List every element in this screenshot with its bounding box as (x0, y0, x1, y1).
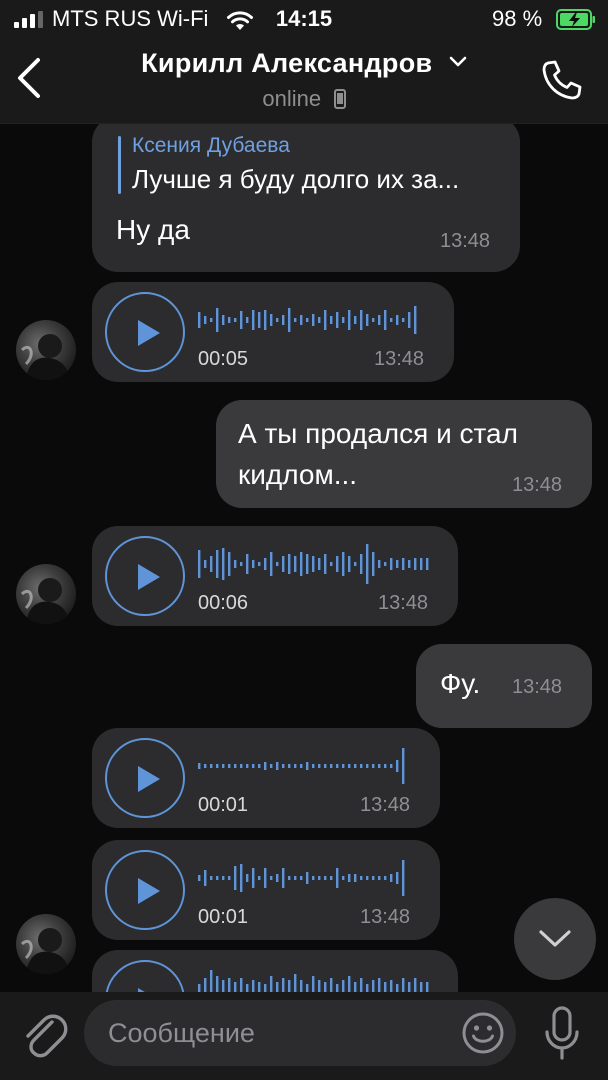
voice-waveform[interactable] (198, 966, 430, 992)
message-text-line: А ты продался и стал (238, 418, 518, 449)
message-input-bar: Сообщение (0, 992, 608, 1080)
message-time: 13:48 (440, 230, 491, 252)
message-bubble-outgoing[interactable]: Фу. 13:48 (416, 644, 592, 728)
voice-duration: 00:06 (198, 592, 249, 614)
voice-message-bubble[interactable] (92, 950, 458, 992)
scroll-to-bottom-button[interactable] (514, 898, 596, 980)
voice-waveform[interactable] (198, 856, 414, 900)
message-text: Фу. (440, 668, 481, 699)
play-button[interactable] (105, 292, 185, 372)
reply-text: Лучше я буду долго их за... (132, 164, 460, 194)
avatar[interactable] (16, 914, 76, 974)
voice-waveform[interactable] (198, 744, 414, 788)
message-bubble-outgoing[interactable]: А ты продался и стал кидлом... 13:48 (216, 400, 592, 508)
message-text: Ну да (116, 214, 190, 245)
chat-header: Кирилл Александров online (0, 40, 608, 124)
battery-percent: 98 % (492, 6, 543, 31)
voice-duration: 00:01 (198, 794, 249, 816)
contact-status: online (262, 86, 322, 111)
voice-message-bubble[interactable]: 00:01 13:48 (92, 840, 440, 940)
message-input[interactable]: Сообщение (84, 1000, 516, 1066)
message-time: 13:48 (378, 592, 429, 614)
play-button[interactable] (105, 738, 185, 818)
avatar[interactable] (16, 564, 76, 624)
message-time: 13:48 (512, 676, 563, 698)
voice-waveform[interactable] (198, 298, 422, 342)
voice-message-bubble[interactable]: 00:06 13:48 (92, 526, 458, 626)
play-button[interactable] (105, 850, 185, 930)
battery-charging-icon (556, 9, 595, 30)
contact-name[interactable]: Кирилл Александров (141, 48, 432, 78)
status-bar: MTS RUS Wi-Fi 14:15 98 % (0, 0, 608, 40)
phone-call-icon[interactable] (540, 58, 584, 102)
chevron-down-icon[interactable] (449, 56, 467, 68)
contact-status-row: online (0, 86, 608, 112)
voice-waveform[interactable] (198, 542, 430, 586)
message-time: 13:48 (374, 348, 425, 370)
message-time: 13:48 (360, 794, 411, 816)
microphone-icon[interactable] (542, 1006, 582, 1062)
reply-author: Ксения Дубаева (132, 134, 290, 157)
play-button[interactable] (105, 960, 185, 992)
contact-title-row[interactable]: Кирилл Александров (0, 48, 608, 79)
reply-quote-bar (118, 136, 121, 194)
message-time: 13:48 (512, 474, 563, 496)
message-bubble-incoming[interactable]: Ксения Дубаева Лучше я буду долго их за.… (92, 124, 520, 272)
voice-message-bubble[interactable]: 00:05 13:48 (92, 282, 454, 382)
emoji-icon[interactable] (461, 1011, 505, 1055)
play-button[interactable] (105, 536, 185, 616)
mobile-device-icon (333, 89, 346, 109)
message-input-placeholder: Сообщение (108, 1018, 255, 1048)
message-list[interactable]: Ксения Дубаева Лучше я буду долго их за.… (0, 124, 608, 992)
voice-duration: 00:01 (198, 906, 249, 928)
voice-message-bubble[interactable]: 00:01 13:48 (92, 728, 440, 828)
voice-duration: 00:05 (198, 348, 249, 370)
paperclip-icon[interactable] (20, 1010, 68, 1062)
chevron-down-icon (539, 930, 571, 947)
message-time: 13:48 (360, 906, 411, 928)
message-text-line: кидлом... (238, 459, 358, 490)
avatar[interactable] (16, 320, 76, 380)
